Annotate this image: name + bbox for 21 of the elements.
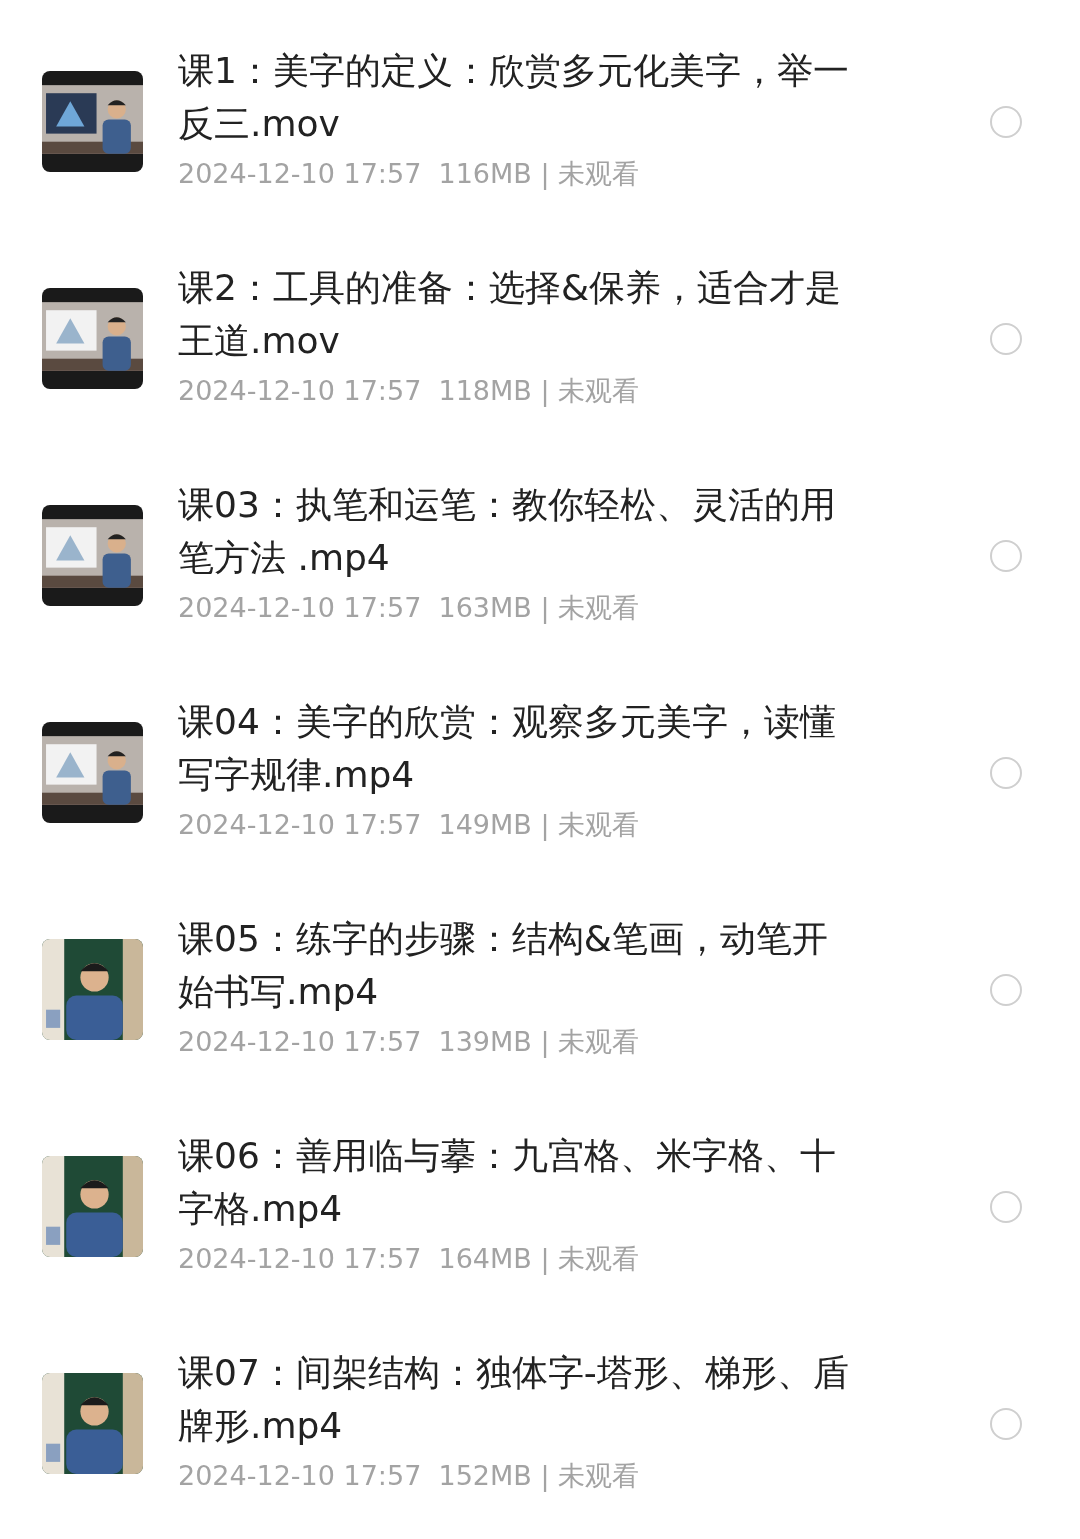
file-details: 2024-12-10 17:57 152MB | 未观看 <box>178 1458 641 1494</box>
file-name: 课06：善用临与摹：九宫格、米字格、十字格.mp4 <box>178 1133 837 1231</box>
file-name: 课07：间架结构：独体字-塔形、梯形、盾牌形.mp4 <box>178 1350 850 1448</box>
radio-button[interactable] <box>990 322 1022 355</box>
file-details: 2024-12-10 17:57 164MB | 未观看 <box>178 1241 641 1277</box>
file-details: 2024-12-10 17:57 149MB | 未观看 <box>178 807 641 843</box>
file-details: 2024-12-10 17:57 139MB | 未观看 <box>178 1024 641 1060</box>
file-name: 课04：美字的欣赏：观察多元美字，读懂写字规律.mp4 <box>178 699 837 797</box>
file-name: 课1：美字的定义：欣赏多元化美字，举一反三.mov <box>178 48 850 146</box>
file-name: 课2：工具的准备：选择&保养，适合才是王道.mov <box>178 265 842 363</box>
file-details: 2024-12-10 17:57 118MB | 未观看 <box>178 373 641 409</box>
file-details: 2024-12-10 17:57 116MB | 未观看 <box>178 156 641 192</box>
radio-button[interactable] <box>990 539 1022 572</box>
file-name: 课05：练字的步骤：结构&笔画，动笔开始书写.mp4 <box>178 916 829 1014</box>
radio-button[interactable] <box>990 1407 1022 1440</box>
file-name: 课03：执笔和运笔：教你轻松、灵活的用笔方法 .mp4 <box>178 482 837 580</box>
file-details: 2024-12-10 17:57 163MB | 未观看 <box>178 590 641 626</box>
radio-button[interactable] <box>990 1190 1022 1223</box>
radio-button[interactable] <box>990 756 1022 789</box>
radio-button[interactable] <box>990 973 1022 1006</box>
radio-button[interactable] <box>990 105 1022 138</box>
